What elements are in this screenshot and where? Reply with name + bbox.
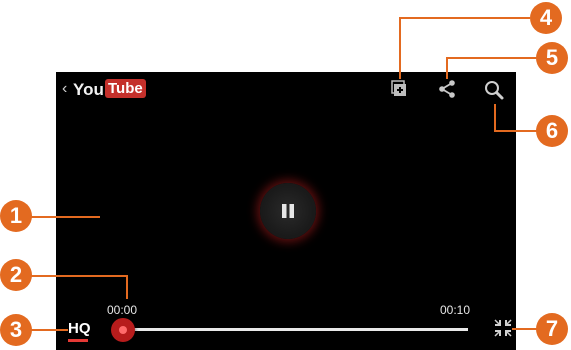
callout-7: 7: [536, 313, 568, 345]
callout-line-6b: [494, 104, 496, 132]
callout-line-5b: [446, 57, 448, 79]
callout-5: 5: [536, 42, 568, 74]
callout-6: 6: [536, 115, 568, 147]
callout-4: 4: [530, 2, 562, 34]
callout-2: 2: [0, 259, 32, 291]
callout-line-2a: [28, 275, 128, 277]
callout-line-2b: [126, 275, 128, 299]
callout-line-4b: [399, 17, 401, 79]
back-icon[interactable]: ‹: [62, 79, 67, 99]
progress-bar[interactable]: [122, 328, 468, 331]
hq-indicator: [68, 339, 88, 342]
callout-3: 3: [0, 314, 32, 346]
callout-line-1: [28, 216, 100, 218]
share-icon[interactable]: [437, 79, 457, 99]
exit-fullscreen-icon[interactable]: [493, 318, 513, 338]
progress-thumb-center: [119, 326, 127, 334]
callout-line-4a: [400, 17, 530, 19]
search-icon[interactable]: [483, 79, 505, 101]
pause-icon: [282, 204, 294, 218]
hq-toggle[interactable]: HQ: [68, 320, 91, 338]
pause-button[interactable]: [260, 183, 316, 239]
logo-you-text: You: [73, 80, 104, 99]
add-to-playlist-icon[interactable]: [390, 80, 408, 98]
callout-line-5a: [447, 57, 543, 59]
logo-tube-text: Tube: [105, 79, 146, 98]
callout-line-3: [30, 329, 68, 331]
current-time: 00:00: [107, 303, 138, 317]
total-time: 00:10: [440, 303, 471, 317]
callout-1: 1: [0, 200, 32, 232]
